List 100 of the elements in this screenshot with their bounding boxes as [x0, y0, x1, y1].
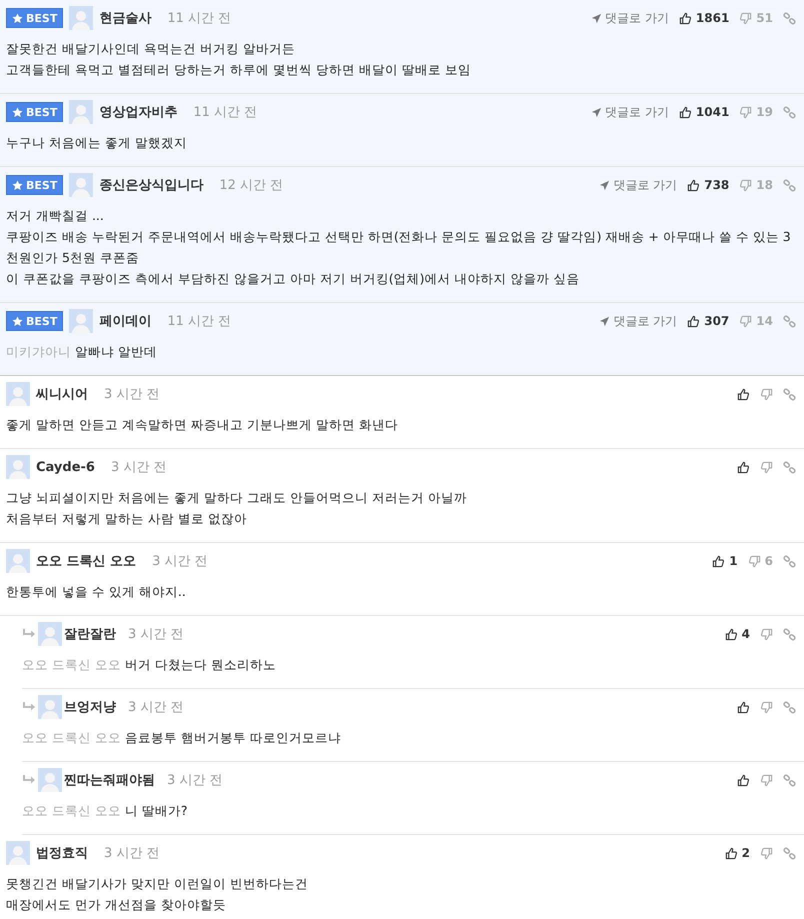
link-icon[interactable] — [783, 314, 796, 328]
link-icon[interactable] — [783, 554, 796, 568]
thumbs-up-icon — [737, 774, 750, 786]
link-icon[interactable] — [783, 774, 796, 786]
avatar-icon[interactable] — [6, 841, 30, 865]
avatar-icon[interactable] — [6, 455, 30, 479]
author-name[interactable]: 잘란잘란 — [64, 625, 116, 643]
avatar-icon[interactable] — [69, 309, 94, 333]
comment-text: 좋게 말하면 안듣고 계속말하면 짜증내고 기분나쁘게 말하면 화낸다 — [6, 416, 399, 434]
dislike-button[interactable] — [760, 700, 773, 714]
dislike-button[interactable] — [760, 628, 773, 640]
comment-time: 11 시간 전 — [167, 10, 232, 27]
comment-time: 3 시간 전 — [128, 699, 184, 716]
thumbs-down-icon — [760, 846, 773, 860]
link-icon[interactable] — [783, 106, 796, 118]
comment-time: 3 시간 전 — [110, 459, 166, 476]
avatar-icon[interactable] — [38, 768, 62, 792]
comment-text: 처음부터 저렇게 말하는 사람 별로 없잖아 — [6, 510, 248, 528]
comment-text: 이 쿠폰값을 쿠팡이즈 측에서 부담하진 않을거고 아마 저기 버거킹(업체)에서 내야하지 않을까 싶음 — [6, 270, 580, 288]
comment-time: 3 시간 전 — [128, 626, 184, 643]
comment-text: 매장에서도 먼가 개선점을 찾아야할듯 — [6, 896, 227, 914]
goto-reply-link[interactable]: 댓글로 가기 — [599, 176, 678, 194]
thumbs-up-icon — [712, 554, 726, 568]
send-icon — [599, 180, 610, 190]
thumbs-up-icon — [678, 106, 692, 118]
avatar-icon[interactable] — [6, 382, 30, 406]
like-button[interactable] — [737, 700, 750, 714]
author-name[interactable]: 씨니시어 — [36, 385, 88, 403]
like-button[interactable] — [737, 774, 750, 786]
avatar-icon[interactable] — [6, 549, 30, 573]
goto-reply-link[interactable]: 댓글로 가기 — [591, 104, 669, 120]
comment-time: 3 시간 전 — [104, 845, 160, 862]
thumbs-down-icon — [748, 554, 761, 568]
like-button[interactable]: 1861 — [678, 11, 730, 25]
thumbs-down-icon — [760, 774, 773, 786]
star-icon — [12, 316, 23, 326]
avatar-icon[interactable] — [69, 6, 94, 30]
avatar-icon[interactable] — [69, 100, 94, 124]
best-badge: BEST — [6, 102, 64, 122]
link-icon[interactable] — [783, 178, 796, 192]
dislike-button[interactable] — [760, 460, 773, 474]
thumbs-down-icon — [739, 106, 752, 118]
dislike-button[interactable] — [760, 388, 773, 400]
like-button[interactable]: 4 — [724, 627, 750, 641]
avatar-icon[interactable] — [38, 622, 62, 646]
comment-time: 12 시간 전 — [219, 177, 284, 194]
reply-arrow-icon — [22, 701, 36, 713]
send-icon — [591, 12, 602, 24]
best-badge: BEST — [6, 8, 64, 28]
link-icon[interactable] — [783, 628, 796, 640]
like-button[interactable] — [737, 460, 750, 474]
like-button[interactable]: 1041 — [678, 105, 730, 119]
author-name[interactable]: 페이데이 — [99, 312, 152, 330]
avatar-icon[interactable] — [38, 695, 62, 719]
dislike-button[interactable] — [760, 774, 773, 786]
like-button[interactable]: 307 — [687, 314, 730, 328]
comment-text: 저거 개빡칠걸 ... — [6, 207, 105, 225]
comment-time: 11 시간 전 — [193, 104, 258, 121]
comment-text: 한통투에 넣을 수 있게 해야지.. — [6, 583, 187, 601]
star-icon — [12, 106, 23, 118]
like-button[interactable]: 2 — [724, 846, 750, 860]
comment-text: 그냥 뇌피셜이지만 처음에는 좋게 말하다 그래도 안들어먹으니 저러는거 아닐까 — [6, 489, 468, 507]
link-icon[interactable] — [783, 700, 796, 714]
like-button[interactable] — [737, 388, 750, 400]
like-button[interactable]: 738 — [687, 178, 730, 192]
author-name[interactable]: 종신은상식입니다 — [99, 176, 204, 194]
link-icon[interactable] — [783, 12, 796, 24]
comment-text: 누구나 처음에는 좋게 말했겠지 — [6, 134, 188, 152]
author-name[interactable]: 현금술사 — [99, 9, 152, 27]
star-icon — [12, 180, 23, 190]
comment-text: 쿠팡이즈 배송 누락된거 주문내역에서 배송누락됐다고 선택만 하면(전화나 문의도 필요없음 걍 딸각임) 재배송 + 아무때나 쓸 수 있는 3천원인가 5천원 쿠폰줌 — [6, 228, 792, 267]
author-name[interactable]: Cayde-6 — [36, 460, 95, 474]
author-name[interactable]: 법정효직 — [36, 844, 88, 862]
thumbs-up-icon — [678, 12, 692, 24]
comment-time: 3 시간 전 — [152, 553, 208, 570]
author-name[interactable]: 영상업자비추 — [99, 103, 178, 121]
link-icon[interactable] — [783, 846, 796, 860]
thumbs-down-icon — [760, 388, 773, 400]
reply-arrow-icon — [22, 628, 36, 640]
thumbs-down-icon — [760, 460, 773, 474]
comment-text: 오오 드록신 오오 니 딸배가? — [22, 802, 189, 820]
thumbs-up-icon — [737, 388, 750, 400]
comment-time: 3 시간 전 — [167, 772, 223, 789]
send-icon — [599, 316, 610, 326]
reply-arrow-icon — [22, 774, 36, 786]
link-icon[interactable] — [783, 460, 796, 474]
author-name[interactable]: 브엉저냥 — [64, 698, 116, 716]
author-name[interactable]: 찐따는줘패야됨 — [64, 771, 155, 789]
author-name[interactable]: 오오 드록신 오오 — [36, 552, 136, 570]
dislike-button[interactable] — [760, 846, 773, 860]
goto-reply-link[interactable]: 댓글로 가기 — [599, 312, 678, 330]
send-icon — [591, 106, 602, 118]
thumbs-up-icon — [737, 460, 750, 474]
link-icon[interactable] — [783, 388, 796, 400]
goto-reply-link[interactable]: 댓글로 가기 — [591, 10, 669, 26]
avatar-icon[interactable] — [69, 173, 94, 197]
thumbs-down-icon — [739, 12, 752, 24]
star-icon — [12, 12, 23, 24]
like-button[interactable]: 1 — [712, 554, 738, 568]
thumbs-up-icon — [724, 846, 738, 860]
